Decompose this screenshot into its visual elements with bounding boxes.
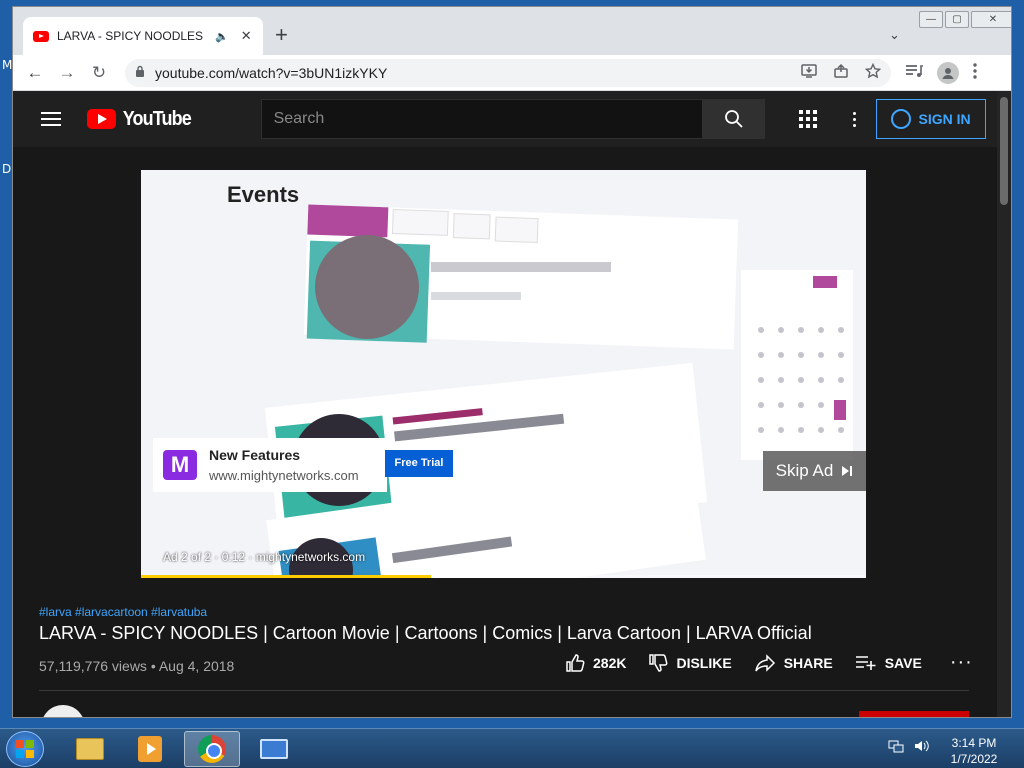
header-icons: SIGN IN <box>798 99 986 139</box>
subscribe-button[interactable] <box>859 711 969 717</box>
window-controls: — ▢ ✕ <box>917 11 1011 28</box>
more-actions-icon[interactable]: ··· <box>950 651 973 674</box>
ad-info-card[interactable]: M New Features www.mightynetworks.com <box>153 438 387 492</box>
tab-strip: LARVA - SPICY NOODLES | C 🔈 ✕ + ⌄ — ▢ ✕ <box>13 7 1011 55</box>
audio-playing-icon[interactable]: 🔈 <box>215 30 229 43</box>
skip-ad-label: Skip Ad <box>775 461 834 480</box>
skip-ad-button[interactable]: Skip Ad <box>763 451 866 491</box>
url-text[interactable]: youtube.com/watch?v=3bUN1izkYKY <box>155 65 785 81</box>
network-icon[interactable] <box>888 739 904 753</box>
taskbar-remote-desktop[interactable] <box>246 731 302 767</box>
ad-text: New Features www.mightynetworks.com <box>209 447 359 483</box>
mighty-networks-logo: M <box>163 450 197 480</box>
tab-search-chevron-icon[interactable]: ⌄ <box>889 27 900 43</box>
save-label: SAVE <box>884 654 922 671</box>
media-player-icon <box>138 736 162 762</box>
dislike-button[interactable]: DISLIKE <box>648 653 732 673</box>
youtube-logo[interactable]: YouTube <box>87 108 195 131</box>
share-label: SHARE <box>783 654 833 671</box>
ad-progress-fill <box>141 575 431 578</box>
bookmark-star-icon[interactable] <box>864 62 882 82</box>
search-icon <box>724 110 743 128</box>
playlist-add-icon <box>855 655 876 670</box>
profile-avatar-icon[interactable] <box>937 61 959 84</box>
new-tab-button[interactable]: + <box>275 24 288 46</box>
like-count: 282K <box>593 654 627 671</box>
chrome-window: LARVA - SPICY NOODLES | C 🔈 ✕ + ⌄ — ▢ ✕ … <box>12 6 1012 718</box>
video-hashtags[interactable]: #larva #larvacartoon #larvatuba <box>39 605 207 619</box>
sign-in-label: SIGN IN <box>918 111 971 127</box>
address-bar[interactable]: youtube.com/watch?v=3bUN1izkYKY <box>125 58 891 87</box>
toolbar-right-icons <box>905 61 977 84</box>
thumbs-up-icon <box>566 653 585 672</box>
share-arrow-icon <box>754 653 775 672</box>
forward-button[interactable]: → <box>51 63 83 83</box>
folder-icon <box>76 738 104 760</box>
page-scrollbar[interactable] <box>997 91 1011 717</box>
share-icon[interactable] <box>833 63 849 82</box>
reload-button[interactable]: ↻ <box>83 63 115 83</box>
youtube-play-icon <box>87 109 116 129</box>
lock-icon[interactable] <box>135 65 145 80</box>
taskbar-explorer[interactable] <box>62 731 118 767</box>
video-player[interactable]: Events M New Features www.mightynetworks… <box>141 170 866 578</box>
system-tray <box>888 739 930 753</box>
youtube-favicon-icon <box>33 30 49 42</box>
youtube-logo-text: YouTube <box>122 107 192 130</box>
start-button[interactable] <box>6 731 44 767</box>
ad-visual-heading: Events <box>227 182 300 207</box>
close-window-button[interactable]: ✕ <box>971 11 1011 28</box>
back-button[interactable]: ← <box>19 63 51 83</box>
video-actions: 282K DISLIKE SHARE SAVE ··· <box>565 651 973 674</box>
thumbs-down-icon <box>649 653 668 672</box>
browser-toolbar: ← → ↻ youtube.com/watch?v=3bUN1izkYKY <box>13 55 1011 91</box>
clock-time: 3:14 PM <box>951 736 997 750</box>
maximize-button[interactable]: ▢ <box>945 11 969 28</box>
page-viewport: YouTube SIGN IN <box>13 91 1011 717</box>
browser-menu-icon[interactable] <box>973 62 977 83</box>
share-button[interactable]: SHARE <box>754 653 833 672</box>
minimize-button[interactable]: — <box>919 11 943 28</box>
desktop-label-m: M <box>2 58 13 72</box>
chrome-icon <box>198 735 226 763</box>
windows-taskbar: 3:14 PM 1/7/2022 <box>0 728 1024 768</box>
taskbar-clock[interactable]: 3:14 PM 1/7/2022 <box>936 735 1012 767</box>
ad-domain: www.mightynetworks.com <box>209 468 359 483</box>
save-button[interactable]: SAVE <box>855 655 922 671</box>
settings-more-icon[interactable] <box>852 111 856 127</box>
video-title: LARVA - SPICY NOODLES | Cartoon Movie | … <box>39 623 812 643</box>
meta-divider <box>39 690 969 691</box>
dislike-label: DISLIKE <box>676 654 732 671</box>
guide-menu-icon[interactable] <box>41 112 61 126</box>
search-input[interactable] <box>260 99 703 139</box>
view-count-date: 57,119,776 views • Aug 4, 2018 <box>39 658 235 674</box>
like-button[interactable]: 282K <box>565 653 626 673</box>
user-circle-icon <box>890 109 911 129</box>
search-button[interactable] <box>702 99 765 139</box>
skip-next-icon <box>842 466 853 476</box>
ad-title: New Features <box>209 447 301 463</box>
desktop-label-d: D <box>2 162 12 176</box>
taskbar-chrome[interactable] <box>184 731 240 767</box>
channel-avatar[interactable] <box>41 705 85 717</box>
taskbar-media-player[interactable] <box>122 731 178 767</box>
youtube-header: YouTube SIGN IN <box>13 91 999 147</box>
remote-desktop-icon <box>260 739 288 759</box>
tab-title: LARVA - SPICY NOODLES | C <box>57 29 207 43</box>
free-trial-button[interactable]: Free Trial <box>385 450 453 477</box>
apps-grid-icon[interactable] <box>798 110 817 128</box>
search-box <box>260 99 765 139</box>
ad-meta-text: Ad 2 of 2 · 0:12 · mightynetworks.com <box>163 550 366 564</box>
scrollbar-thumb[interactable] <box>1000 97 1008 205</box>
install-app-icon[interactable] <box>801 63 817 82</box>
tab-close-icon[interactable]: ✕ <box>241 28 252 44</box>
clock-date: 1/7/2022 <box>950 752 998 766</box>
browser-tab[interactable]: LARVA - SPICY NOODLES | C 🔈 ✕ <box>23 17 263 55</box>
media-controls-icon[interactable] <box>905 64 923 82</box>
volume-icon[interactable] <box>914 739 930 753</box>
sign-in-button[interactable]: SIGN IN <box>875 99 986 139</box>
ad-creative-image <box>141 170 866 578</box>
windows-logo-icon <box>16 740 34 758</box>
ad-progress-bar[interactable] <box>141 575 866 578</box>
